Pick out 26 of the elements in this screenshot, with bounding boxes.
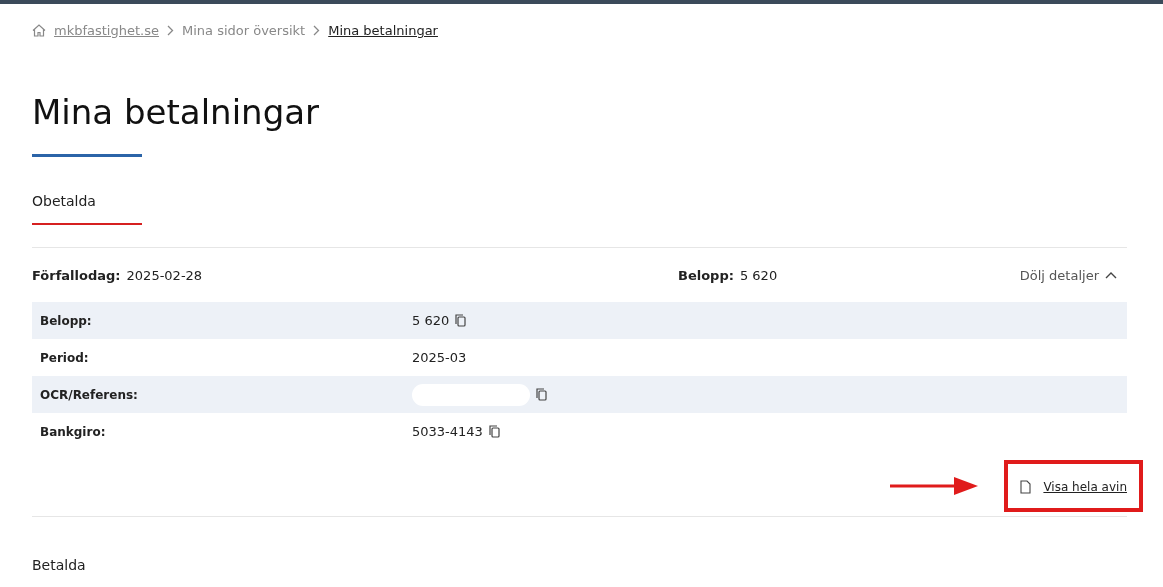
detail-label: Period: bbox=[40, 350, 90, 365]
section-heading[interactable]: Betalda bbox=[32, 557, 86, 573]
arrow-icon bbox=[890, 477, 979, 495]
page-title: Mina betalningar bbox=[32, 91, 321, 134]
detail-label: OCR/Referens: bbox=[40, 387, 139, 402]
detail-label: Belopp: bbox=[40, 313, 93, 328]
breadcrumb-text: Mina sidor översikt bbox=[181, 22, 306, 38]
chevron-right-icon bbox=[313, 24, 321, 36]
copy-icon[interactable] bbox=[536, 388, 547, 401]
detail-value: 5 620 bbox=[412, 313, 450, 328]
copy-icon[interactable] bbox=[488, 425, 500, 438]
chevron-icon bbox=[1105, 271, 1117, 279]
view-invoice-link[interactable]: Visa hela avin bbox=[1043, 480, 1127, 494]
detail-value: 2025-03 bbox=[412, 350, 467, 365]
detail-label: Bankgiro: bbox=[40, 424, 107, 439]
breadcrumb-link[interactable]: mkbfastighet.se bbox=[54, 22, 159, 38]
copy-icon[interactable] bbox=[455, 314, 467, 327]
due-date: Förfallodag: 2025-02-28 bbox=[32, 267, 204, 283]
document-icon bbox=[1020, 480, 1032, 494]
details-toggle[interactable]: Dölj detaljer bbox=[1019, 267, 1127, 283]
home-icon[interactable] bbox=[32, 23, 46, 37]
chevron-right-icon bbox=[166, 24, 174, 36]
detail-value: 5033-4143 bbox=[412, 424, 483, 439]
breadcrumb-link[interactable]: Mina betalningar bbox=[328, 22, 438, 38]
section-tab[interactable]: Obetalda bbox=[32, 193, 142, 223]
amount: Belopp: 5 620 bbox=[678, 267, 779, 283]
